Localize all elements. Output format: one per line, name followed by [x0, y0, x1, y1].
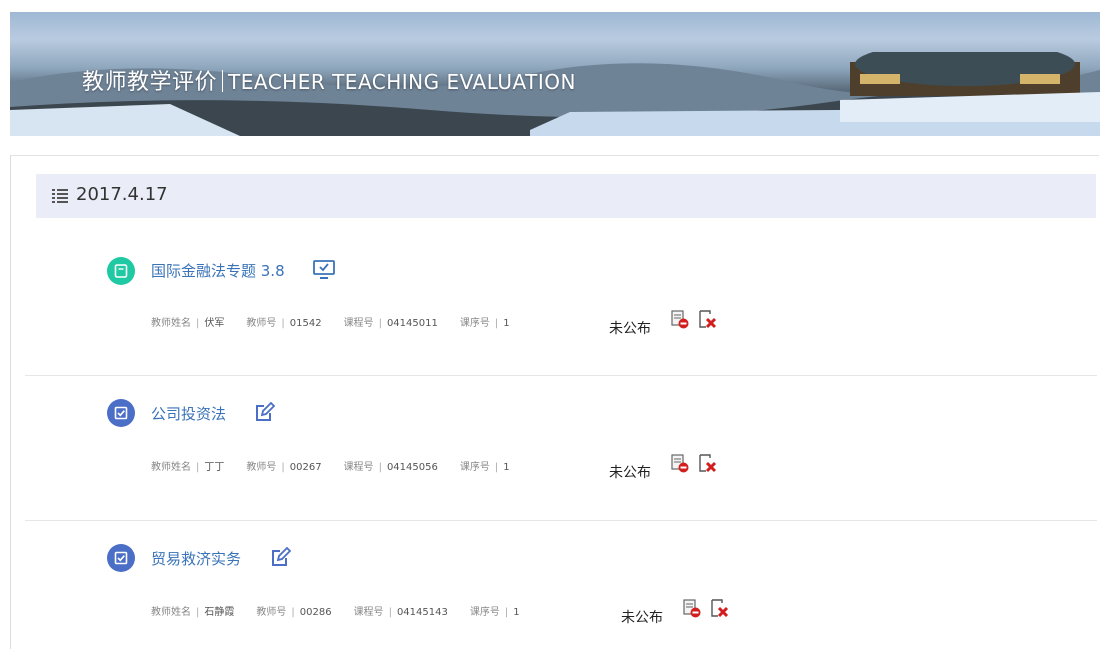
banner-title: 教师教学评价 TEACHER TEACHING EVALUATION [82, 64, 576, 96]
teacher-no-value: 01542 [289, 318, 322, 329]
banner-title-cn: 教师教学评价 [82, 70, 218, 95]
course-item: 公司投资法 教师姓名 | 丁丁 教师号 | 00267 课程号 | 04145056 课序号 | 1 … [25, 376, 1097, 521]
course-title[interactable]: 公司投资法 [151, 403, 226, 424]
document-block-icon[interactable] [670, 454, 690, 474]
teacher-name-value: 石静霞 [204, 607, 235, 618]
status-label: 未公布 [609, 321, 651, 337]
course-item: 贸易救济实务 教师姓名 | 石静霞 教师号 | 00286 课程号 | 04145143 课序号 |… [25, 521, 1097, 649]
section-no-label: 课序号 [459, 318, 490, 329]
edit-icon[interactable] [271, 546, 292, 567]
monitor-icon[interactable] [313, 260, 335, 280]
teacher-name-label: 教师姓名 [151, 462, 191, 473]
document-block-icon[interactable] [682, 599, 702, 619]
status-label: 未公布 [609, 465, 651, 481]
course-panel: 2017.4.17 国际金融法专题 3.8 教师姓名 | 伏军 教师号 | 01542 课程… [10, 155, 1099, 649]
course-no-value: 04145056 [386, 462, 438, 473]
teacher-no-label: 教师号 [256, 607, 287, 618]
course-no-label: 课程号 [343, 318, 374, 329]
teacher-no-value: 00267 [289, 462, 322, 473]
teacher-name-value: 丁丁 [204, 462, 225, 473]
course-no-value: 04145143 [396, 607, 448, 618]
document-delete-icon[interactable] [698, 310, 718, 330]
banner-title-separator [222, 70, 224, 92]
course-title[interactable]: 国际金融法专题 3.8 [151, 260, 285, 281]
course-no-value: 04145011 [386, 318, 438, 329]
teacher-name-label: 教师姓名 [151, 318, 191, 329]
teacher-name-value: 伏军 [204, 318, 225, 329]
header-banner: 教师教学评价 TEACHER TEACHING EVALUATION [10, 12, 1100, 136]
checkbox-icon [107, 399, 135, 427]
document-delete-icon[interactable] [710, 599, 730, 619]
banner-title-en: TEACHER TEACHING EVALUATION [228, 70, 576, 94]
course-title[interactable]: 贸易救济实务 [151, 548, 241, 569]
status-label: 未公布 [621, 610, 663, 626]
section-no-value: 1 [513, 607, 520, 618]
course-no-label: 课程号 [343, 462, 374, 473]
section-no-value: 1 [503, 462, 510, 473]
date-label: 2017.4.17 [76, 184, 168, 205]
teacher-no-label: 教师号 [246, 462, 277, 473]
checkbox-icon [107, 544, 135, 572]
teacher-name-label: 教师姓名 [151, 607, 191, 618]
edit-icon[interactable] [255, 401, 276, 422]
course-meta: 教师姓名 | 石静霞 教师号 | 00286 课程号 | 04145143 课序号 | 1 [151, 607, 520, 618]
document-delete-icon[interactable] [698, 454, 718, 474]
course-no-label: 课程号 [353, 607, 384, 618]
section-no-value: 1 [503, 318, 510, 329]
book-icon [107, 257, 135, 285]
course-meta: 教师姓名 | 丁丁 教师号 | 00267 课程号 | 04145056 课序号 | 1 [151, 462, 510, 473]
section-no-label: 课序号 [469, 607, 500, 618]
date-group-header: 2017.4.17 [36, 174, 1096, 218]
course-item: 国际金融法专题 3.8 教师姓名 | 伏军 教师号 | 01542 课程号 | 04145011… [25, 228, 1097, 376]
section-no-label: 课序号 [459, 462, 490, 473]
teacher-no-value: 00286 [299, 607, 332, 618]
course-meta: 教师姓名 | 伏军 教师号 | 01542 课程号 | 04145011 课序号 | 1 [151, 318, 510, 329]
document-block-icon[interactable] [670, 310, 690, 330]
list-icon [52, 188, 68, 204]
teacher-no-label: 教师号 [246, 318, 277, 329]
